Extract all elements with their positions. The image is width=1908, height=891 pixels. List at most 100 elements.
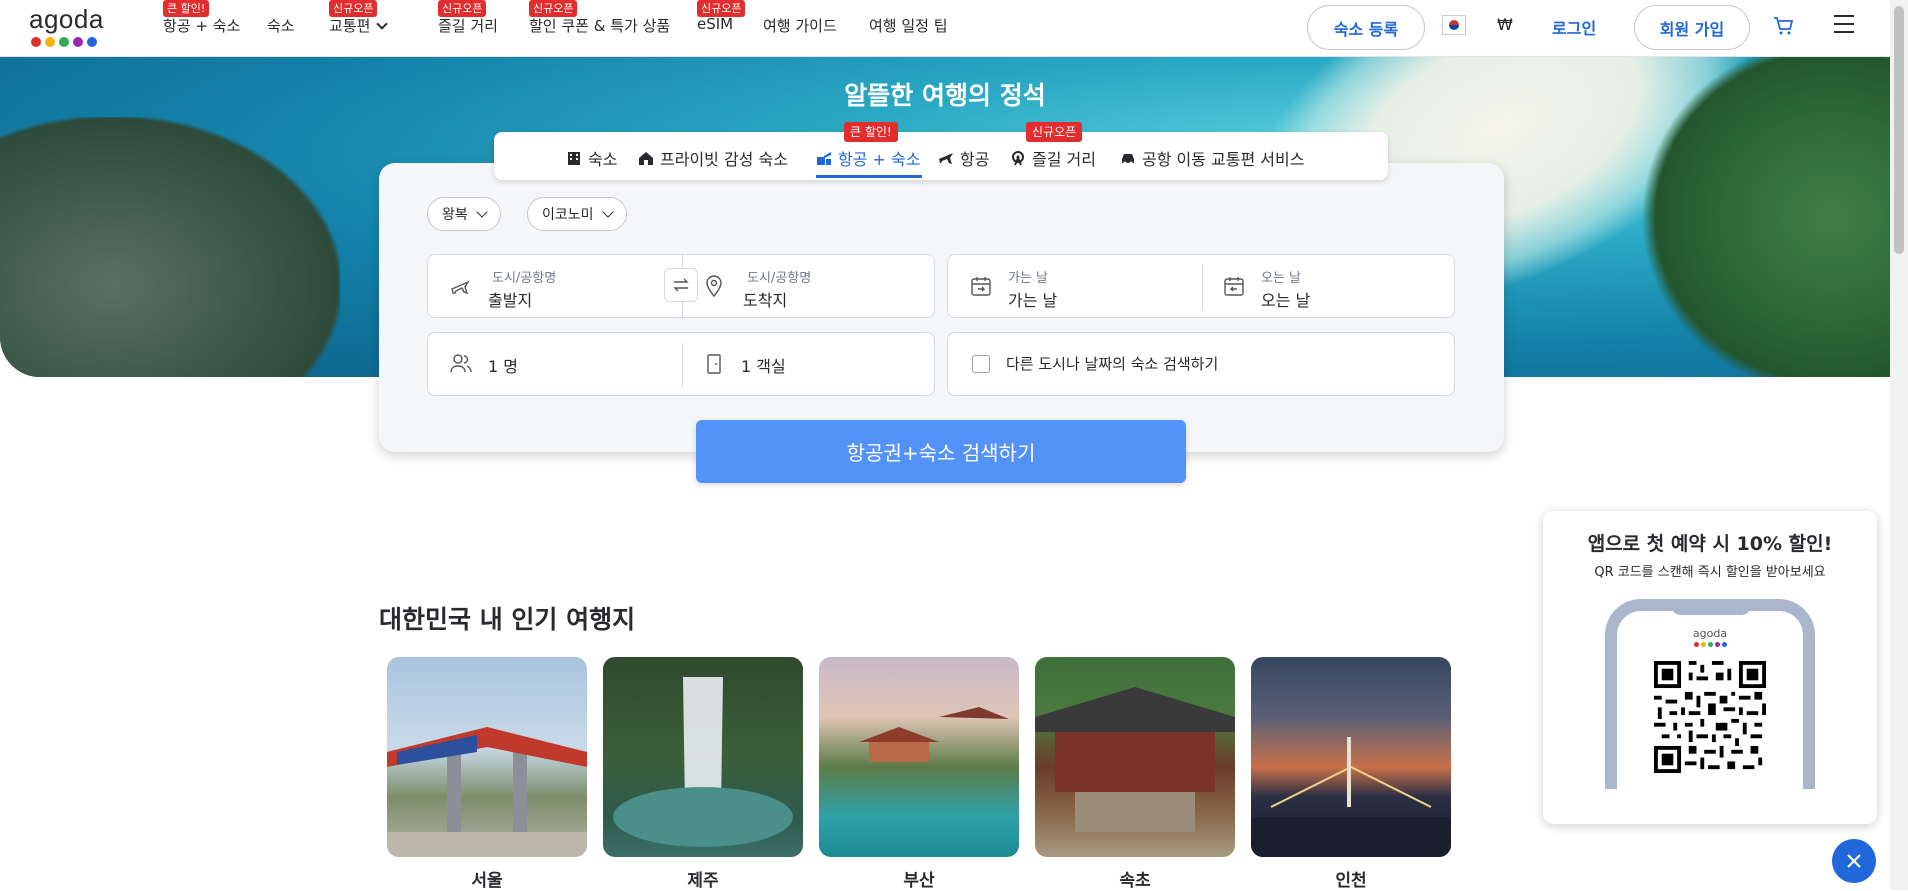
tab-activities[interactable]: 즐길 거리 [1010, 146, 1096, 170]
tab-flights[interactable]: 항공 [938, 146, 989, 170]
app-popup-subtitle: QR 코드를 스캔해 즉시 할인을 받아보세요 [1594, 565, 1826, 580]
logo-dots [31, 37, 103, 47]
nav-transport[interactable]: 교통편 [329, 15, 389, 36]
logo-text: agoda [29, 4, 104, 34]
tab-label: 항공 + 숙소 [838, 150, 921, 169]
depart-label: 가는 날 [1008, 271, 1049, 286]
depart-value: 가는 날 [1008, 291, 1058, 310]
phone-illustration: agoda [1605, 599, 1815, 789]
tab-label: 즐길 거리 [1032, 150, 1096, 169]
occupancy-box: 1 명 1 객실 [427, 332, 935, 396]
house-icon [639, 152, 653, 165]
guests-value: 1 명 [488, 357, 518, 376]
list-property-button[interactable]: 숙소 등록 [1307, 5, 1425, 50]
search-button[interactable]: 항공권+숙소 검색하기 [696, 420, 1186, 483]
qr-code [1654, 661, 1766, 773]
return-label: 오는 날 [1261, 271, 1302, 286]
location-pin-icon [706, 275, 722, 297]
plane-icon [939, 153, 953, 164]
destination-name[interactable]: 속초 [1035, 866, 1235, 891]
app-download-popup: 앱으로 첫 예약 시 10% 할인! QR 코드를 스캔해 즉시 할인을 받아보… [1543, 511, 1877, 824]
depart-date-field[interactable]: 가는 날 가는 날 [948, 255, 1202, 317]
destination-name[interactable]: 부산 [819, 866, 1019, 891]
popular-destinations-title: 대한민국 내 인기 여행지 [379, 605, 636, 634]
destination-name[interactable]: 인천 [1251, 866, 1451, 891]
takeoff-icon [451, 280, 470, 295]
destination-name[interactable]: 서울 [387, 866, 587, 891]
page-scrollbar[interactable] [1890, 0, 1908, 890]
search-panel: 왕복 이코노미 도시/공항명 출발지 도시/공항명 도착지 가는 날 가는 날 … [379, 163, 1504, 452]
agoda-logo[interactable]: agoda [29, 6, 103, 50]
destination-field[interactable]: 도시/공항명 도착지 [683, 255, 935, 317]
nav-transport-label: 교통편 [329, 17, 371, 35]
phone-logo-text: agoda [1692, 627, 1728, 640]
tab-badge-new: 신규오픈 [1026, 122, 1083, 142]
nav-flight-hotel[interactable]: 항공 + 숙소 [163, 15, 240, 36]
destination-label: 도시/공항명 [747, 271, 812, 286]
dates-box: 가는 날 가는 날 오는 날 오는 날 [947, 254, 1455, 318]
return-date-field[interactable]: 오는 날 오는 날 [1203, 255, 1455, 317]
tab-label: 프라이빗 감성 숙소 [660, 150, 788, 169]
chevron-down-icon [376, 18, 389, 30]
hotel-icon [568, 152, 580, 165]
cabin-class-value: 이코노미 [542, 207, 594, 223]
nav-travel-guide[interactable]: 여행 가이드 [763, 15, 837, 36]
tab-label: 항공 [960, 150, 990, 169]
hero-title: 알뜰한 여행의 정석 [844, 81, 1046, 110]
car-icon [1122, 154, 1134, 165]
currency-selector[interactable]: ₩ [1497, 15, 1513, 34]
door-icon [707, 354, 721, 374]
nav-coupons-deals[interactable]: 할인 쿠폰 & 특가 상품 [529, 15, 670, 36]
destination-card-image[interactable] [1035, 657, 1235, 857]
tab-label: 공항 이동 교통편 서비스 [1142, 150, 1305, 169]
signup-button[interactable]: 회원 가입 [1634, 5, 1750, 50]
destination-card-image[interactable] [603, 657, 803, 857]
other-city-box[interactable]: 다른 도시나 날짜의 숙소 검색하기 [947, 332, 1455, 396]
ferris-wheel-icon [1012, 151, 1024, 166]
destination-card-image[interactable] [819, 657, 1019, 857]
flight-hotel-icon [817, 152, 831, 165]
rooms-field[interactable]: 1 객실 [683, 333, 935, 395]
other-city-label: 다른 도시나 날짜의 숙소 검색하기 [1006, 355, 1219, 373]
other-city-checkbox[interactable] [972, 355, 990, 373]
login-link[interactable]: 로그인 [1552, 15, 1596, 39]
chevron-down-icon [601, 206, 614, 218]
origin-field[interactable]: 도시/공항명 출발지 [428, 255, 682, 317]
calendar-return-icon [1224, 277, 1244, 296]
product-tabs: 숙소 프라이빗 감성 숙소 항공 + 숙소 항공 즐길 거리 공항 이동 교통편… [494, 132, 1388, 180]
origin-label: 도시/공항명 [492, 271, 557, 286]
swap-route-button[interactable] [664, 268, 698, 302]
nav-activities[interactable]: 즐길 거리 [438, 15, 498, 36]
origin-value: 출발지 [488, 291, 533, 310]
trip-type-dropdown[interactable]: 왕복 [427, 197, 501, 231]
people-icon [450, 354, 472, 373]
return-value: 오는 날 [1261, 291, 1311, 310]
cabin-class-dropdown[interactable]: 이코노미 [527, 197, 627, 231]
trip-type-value: 왕복 [442, 207, 468, 223]
tab-flight-hotel[interactable]: 항공 + 숙소 [816, 146, 920, 170]
close-icon [1847, 854, 1861, 868]
guests-field[interactable]: 1 명 [428, 333, 682, 395]
tab-badge-big-sale: 큰 할인! [844, 122, 898, 142]
tab-airport-transfer[interactable]: 공항 이동 교통편 서비스 [1120, 146, 1304, 170]
nav-esim[interactable]: eSIM [697, 15, 733, 33]
destination-card-image[interactable] [1251, 657, 1451, 857]
hamburger-menu-icon[interactable] [1834, 15, 1854, 39]
chevron-down-icon [476, 206, 488, 218]
nav-itinerary-tips[interactable]: 여행 일정 팁 [869, 15, 948, 36]
calendar-depart-icon [971, 277, 991, 296]
active-tab-indicator [816, 175, 922, 178]
tab-private-stays[interactable]: 프라이빗 감성 숙소 [638, 146, 788, 170]
destination-name[interactable]: 제주 [603, 866, 803, 891]
swap-arrows-icon [673, 278, 689, 292]
destination-card-image[interactable] [387, 657, 587, 857]
app-popup-title: 앱으로 첫 예약 시 10% 할인! [1587, 533, 1833, 555]
nav-hotels[interactable]: 숙소 [267, 15, 295, 36]
tab-hotels[interactable]: 숙소 [566, 146, 617, 170]
tab-label: 숙소 [588, 150, 618, 169]
cart-icon[interactable] [1772, 15, 1794, 41]
close-popup-button[interactable] [1832, 839, 1876, 883]
scrollbar-thumb[interactable] [1894, 6, 1904, 254]
rooms-value: 1 객실 [741, 357, 786, 376]
korea-flag-icon[interactable] [1442, 15, 1466, 35]
